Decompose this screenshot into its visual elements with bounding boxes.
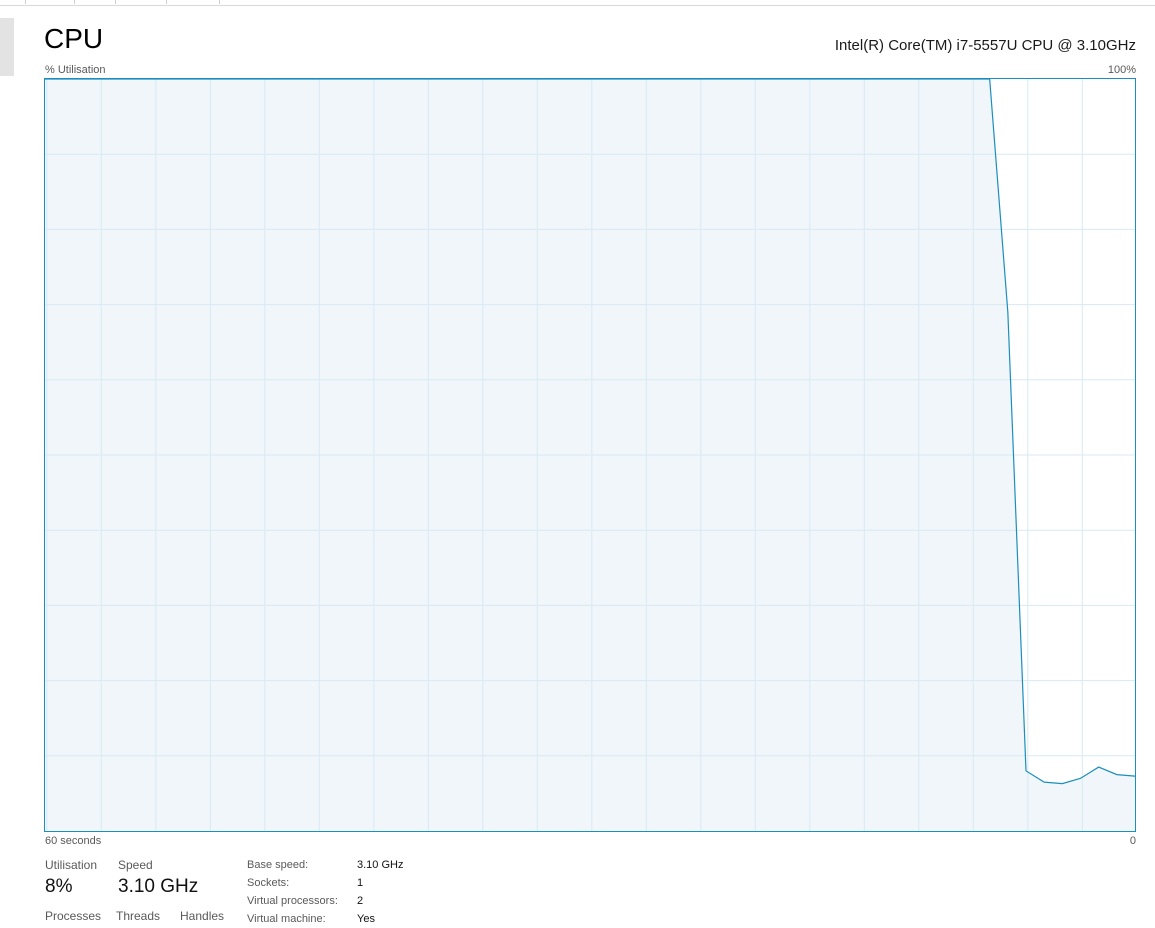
- sockets-value: 1: [357, 877, 364, 889]
- x-axis-label: 60 seconds: [45, 835, 102, 847]
- tab-stub[interactable]: [167, 0, 220, 4]
- speed-label: Speed: [118, 858, 153, 872]
- page-title: CPU: [44, 23, 104, 54]
- base-speed-value: 3.10 GHz: [357, 859, 404, 871]
- x-min-label: 0: [1129, 835, 1136, 847]
- virtual-machine-value: Yes: [357, 913, 375, 925]
- y-max-label: 100%: [1107, 64, 1136, 76]
- virtual-processors-value: 2: [357, 895, 364, 907]
- tab-stub[interactable]: [75, 0, 116, 4]
- left-panel-scrollbar[interactable]: [0, 18, 14, 76]
- utilisation-label: Utilisation: [45, 858, 98, 872]
- base-speed-label: Base speed:: [247, 859, 309, 871]
- cpu-model-name: Intel(R) Core(TM) i7-5557U CPU @ 3.10GHz: [834, 37, 1136, 54]
- speed-value: 3.10 GHz: [118, 876, 199, 897]
- y-axis-label: % Utilisation: [45, 64, 106, 76]
- tab-stub[interactable]: [116, 0, 167, 4]
- utilisation-stat: Utilisation 8%: [45, 858, 97, 898]
- speed-stat: Speed 3.10 GHz: [118, 858, 198, 898]
- handles-label: Handles: [180, 909, 225, 923]
- utilisation-value: 8%: [45, 876, 73, 897]
- tab-stub[interactable]: [26, 0, 75, 4]
- virtual-machine-label: Virtual machine:: [247, 913, 326, 925]
- cpu-utilisation-graph: [44, 78, 1136, 832]
- processes-label: Processes: [45, 909, 102, 923]
- virtual-processors-label: Virtual processors:: [247, 895, 338, 907]
- tab-stub[interactable]: [0, 0, 26, 4]
- threads-label: Threads: [116, 909, 161, 923]
- sockets-label: Sockets:: [247, 877, 290, 889]
